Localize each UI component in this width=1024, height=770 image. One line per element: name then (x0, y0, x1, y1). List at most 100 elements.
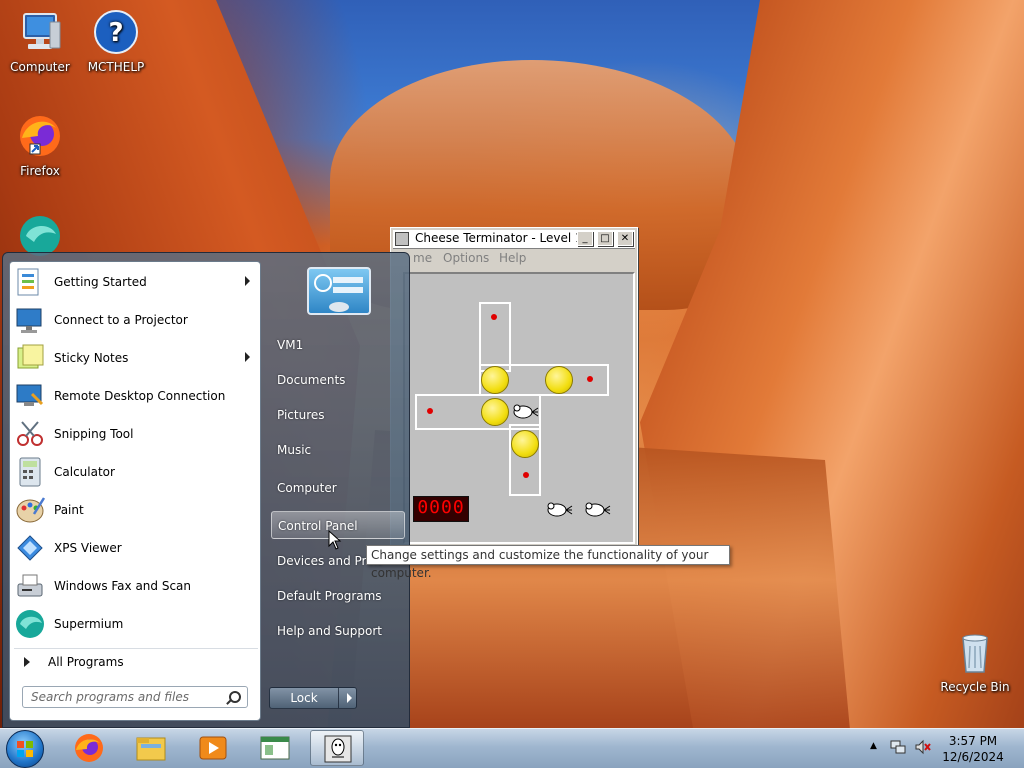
taskbar-media-player[interactable] (186, 730, 240, 766)
taskbar-firefox[interactable] (62, 730, 116, 766)
window-app-icon (260, 736, 290, 760)
help-icon: ? (92, 8, 140, 56)
paint-palette-icon (14, 494, 46, 526)
lock-button[interactable]: Lock (269, 687, 357, 709)
triangle-right-icon (24, 657, 30, 667)
start-right-computer[interactable]: Computer (271, 474, 405, 502)
shutdown-options-arrow-icon[interactable] (347, 693, 352, 703)
program-label: Supermium (54, 617, 124, 631)
program-connect-projector[interactable]: Connect to a Projector (14, 302, 258, 338)
system-clock[interactable]: 3:57 PM 12/6/2024 (940, 733, 1006, 765)
game-board[interactable]: 0000 (403, 272, 635, 544)
program-label: XPS Viewer (54, 541, 122, 555)
score-counter: 0000 (413, 496, 469, 522)
cheese-terminator-icon (324, 735, 352, 763)
mouse-cursor-icon (328, 529, 342, 553)
desktop-icon-label: Recycle Bin (940, 680, 1010, 694)
recycle-bin-icon (951, 628, 999, 676)
game-app-icon (395, 232, 409, 246)
computer-icon (16, 8, 64, 56)
program-label: Windows Fax and Scan (54, 579, 192, 593)
all-programs-button[interactable]: All Programs (14, 648, 258, 675)
start-right-vm1[interactable]: VM1 (271, 331, 405, 359)
cheese-icon (481, 366, 509, 394)
minimize-button[interactable]: _ (577, 231, 593, 246)
calculator-icon (14, 456, 46, 488)
maximize-button[interactable]: □ (597, 231, 613, 246)
control-panel-tooltip: Change settings and customize the functi… (366, 545, 730, 580)
program-fax-scan[interactable]: Windows Fax and Scan (14, 568, 258, 604)
media-player-icon (199, 736, 227, 760)
start-right-pictures[interactable]: Pictures (271, 401, 405, 429)
clock-date: 12/6/2024 (942, 750, 1004, 764)
taskbar-app-window[interactable] (248, 730, 302, 766)
window-titlebar[interactable]: Cheese Terminator - Level 1 _ □ ✕ (393, 230, 635, 249)
submenu-arrow-icon (245, 352, 250, 362)
cheese-icon (511, 430, 539, 458)
folder-icon (136, 737, 166, 761)
mouse-icon (583, 500, 611, 520)
firefox-icon (16, 112, 64, 160)
start-orb-windows-icon[interactable] (6, 730, 44, 768)
program-supermium[interactable]: Supermium (14, 606, 258, 642)
red-dot (587, 376, 593, 382)
cheese-terminator-window[interactable]: Cheese Terminator - Level 1 _ □ ✕ me Opt… (390, 227, 638, 547)
lock-label: Lock (270, 688, 339, 708)
program-calculator[interactable]: Calculator (14, 454, 258, 490)
close-button[interactable]: ✕ (617, 231, 633, 246)
start-right-help-support[interactable]: Help and Support (271, 617, 405, 645)
window-title: Cheese Terminator - Level 1 (415, 231, 583, 245)
program-label: Getting Started (54, 275, 147, 289)
cheese-icon (481, 398, 509, 426)
program-label: Snipping Tool (54, 427, 134, 441)
tray-show-hidden-icon[interactable]: ▲ (870, 741, 877, 751)
cheese-icon (545, 366, 573, 394)
program-label: Connect to a Projector (54, 313, 188, 327)
getting-started-icon (14, 266, 46, 298)
desktop-icon-label: MCTHELP (87, 60, 145, 74)
taskbar-explorer[interactable] (124, 730, 178, 766)
start-menu: Getting Started Connect to a Projector S… (2, 252, 410, 728)
program-label: Sticky Notes (54, 351, 129, 365)
window-menubar: me Options Help (393, 249, 635, 267)
program-label: Calculator (54, 465, 115, 479)
start-right-documents[interactable]: Documents (271, 366, 405, 394)
menu-options[interactable]: Options (443, 251, 489, 265)
start-menu-programs-pane: Getting Started Connect to a Projector S… (9, 261, 261, 721)
program-paint[interactable]: Paint (14, 492, 258, 528)
supermium-icon (14, 608, 46, 640)
submenu-arrow-icon (245, 276, 250, 286)
user-picture-icon[interactable] (307, 267, 371, 315)
remote-desktop-icon (14, 380, 46, 412)
desktop-icon-label: Computer (10, 60, 70, 74)
menu-help[interactable]: Help (499, 251, 526, 265)
program-remote-desktop[interactable]: Remote Desktop Connection (14, 378, 258, 414)
start-right-default-programs[interactable]: Default Programs (271, 582, 405, 610)
network-icon[interactable] (890, 739, 906, 758)
firefox-icon (75, 734, 103, 762)
desktop-icon-firefox[interactable]: Firefox (2, 112, 78, 178)
search-input[interactable]: Search programs and files (22, 686, 248, 708)
xps-viewer-icon (14, 532, 46, 564)
search-placeholder: Search programs and files (31, 690, 189, 704)
clock-time: 3:57 PM (948, 734, 998, 748)
program-snipping-tool[interactable]: Snipping Tool (14, 416, 258, 452)
program-getting-started[interactable]: Getting Started (14, 264, 258, 300)
volume-muted-icon[interactable] (914, 739, 932, 758)
program-xps-viewer[interactable]: XPS Viewer (14, 530, 258, 566)
sticky-notes-icon (14, 342, 46, 374)
program-label: Remote Desktop Connection (54, 389, 226, 403)
desktop-icon-mcthelp[interactable]: ? MCTHELP (78, 8, 154, 74)
desktop-icon-computer[interactable]: Computer (2, 8, 78, 74)
start-right-music[interactable]: Music (271, 436, 405, 464)
search-icon[interactable] (229, 691, 241, 703)
mouse-icon (545, 500, 573, 520)
program-sticky-notes[interactable]: Sticky Notes (14, 340, 258, 376)
taskbar-cheese-terminator[interactable] (310, 730, 364, 766)
menu-game[interactable]: me (413, 251, 432, 265)
all-programs-label: All Programs (48, 655, 124, 669)
fax-scanner-icon (14, 570, 46, 602)
scissors-icon (14, 418, 46, 450)
desktop-icon-recycle-bin[interactable]: Recycle Bin (937, 628, 1013, 694)
mouse-icon (511, 402, 539, 422)
